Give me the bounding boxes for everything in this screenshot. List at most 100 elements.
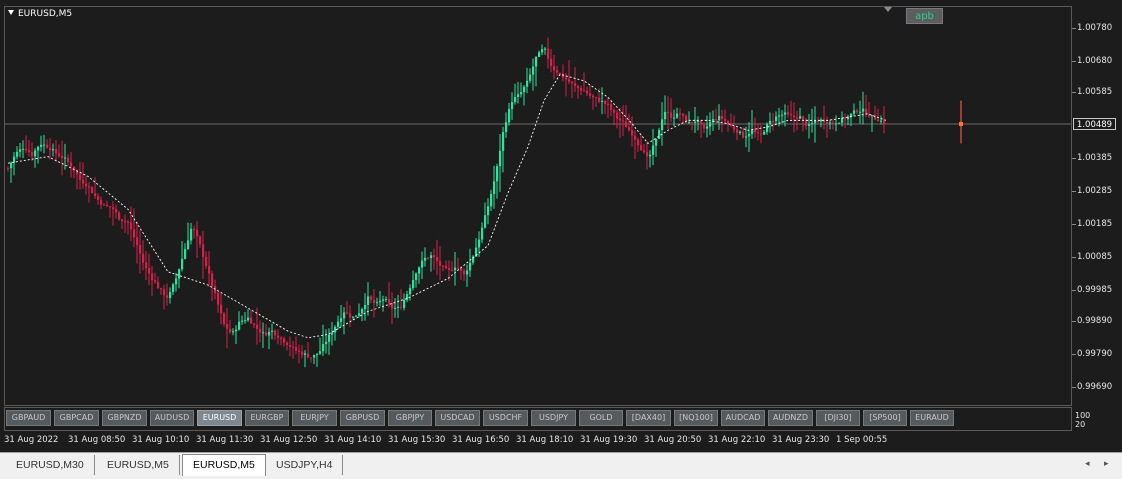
candle-body bbox=[172, 284, 175, 292]
shift-marker-triangle-icon[interactable] bbox=[884, 7, 892, 12]
tabs-scroll-right-icon[interactable]: ▸ bbox=[1104, 459, 1109, 469]
price-chart[interactable] bbox=[5, 7, 1071, 405]
candle-body bbox=[340, 318, 343, 322]
candle-body bbox=[808, 124, 811, 127]
symbol-button-gold[interactable]: GOLD bbox=[579, 410, 623, 426]
candle-body bbox=[559, 72, 562, 74]
candle-body bbox=[595, 97, 598, 99]
candle-body bbox=[220, 304, 223, 314]
candle-body bbox=[856, 110, 859, 113]
symbol-button-gbpcad[interactable]: GBPCAD bbox=[54, 410, 99, 426]
candle-body bbox=[838, 122, 841, 124]
symbol-title[interactable]: EURUSD,M5 bbox=[8, 9, 72, 19]
candle-body bbox=[445, 265, 448, 269]
candle-body bbox=[787, 112, 790, 115]
tabs-scroll-left-icon[interactable]: ◂ bbox=[1085, 459, 1090, 469]
candle-body bbox=[235, 329, 238, 332]
time-label: 31 Aug 14:10 bbox=[324, 435, 382, 445]
price-axis[interactable]: 1.00780 1.00680 1.00585 1.00385 1.00285 1.001… bbox=[1072, 6, 1122, 431]
symbol-button-gbpaud[interactable]: GBPAUD bbox=[6, 410, 51, 426]
candle-body bbox=[721, 115, 724, 120]
symbol-button-gbpnzd[interactable]: GBPNZD bbox=[102, 410, 147, 426]
chart-tab[interactable]: USDJPY,H4 bbox=[266, 455, 344, 475]
candle-body bbox=[616, 112, 619, 119]
symbol-button-dji30[interactable]: [DJI30] bbox=[816, 410, 860, 426]
candle-body bbox=[31, 152, 34, 157]
price-tick bbox=[1072, 92, 1076, 94]
candle-body bbox=[16, 151, 19, 157]
chart-tab[interactable]: EURUSD,M5 bbox=[97, 455, 180, 475]
candle-body bbox=[265, 332, 268, 336]
symbol-button-dax40[interactable]: [DAX40] bbox=[626, 410, 671, 426]
candle-body bbox=[715, 119, 718, 121]
candle-body bbox=[670, 112, 673, 118]
symbol-button-gbpjpy[interactable]: GBPJPY bbox=[388, 410, 432, 426]
candle-body bbox=[226, 324, 229, 329]
time-label: 31 Aug 19:30 bbox=[580, 435, 638, 445]
candle-body bbox=[748, 133, 751, 137]
price-tick bbox=[1072, 28, 1076, 30]
symbol-button-euraud[interactable]: EURAUD bbox=[910, 410, 954, 426]
candle-body bbox=[178, 269, 181, 279]
candle-body bbox=[388, 298, 391, 304]
symbol-button-usdcad[interactable]: USDCAD bbox=[435, 410, 480, 426]
candle-body bbox=[793, 115, 796, 118]
chart-tab[interactable]: EURUSD,M5 bbox=[182, 454, 266, 476]
candle-body bbox=[547, 48, 550, 59]
candle-body bbox=[208, 266, 211, 274]
candle-body bbox=[304, 353, 307, 355]
candle-body bbox=[676, 113, 679, 118]
symbol-button-eurjpy[interactable]: EURJPY bbox=[292, 410, 337, 426]
candle-body bbox=[733, 125, 736, 130]
candle-body bbox=[181, 258, 184, 270]
candle-body bbox=[538, 52, 541, 57]
candle-body bbox=[790, 114, 793, 116]
candle-body bbox=[760, 133, 763, 135]
candle-body bbox=[814, 120, 817, 124]
candle-body bbox=[217, 293, 220, 305]
symbol-button-audnzd[interactable]: AUDNZD bbox=[768, 410, 813, 426]
candle-body bbox=[664, 111, 667, 120]
price-label: 0.99985 bbox=[1077, 284, 1113, 295]
symbol-title-text: EURUSD,M5 bbox=[18, 9, 73, 19]
candle-body bbox=[811, 123, 814, 125]
symbol-button-sp500[interactable]: [SP500] bbox=[863, 410, 907, 426]
candle-body bbox=[166, 295, 169, 298]
candle-body bbox=[766, 123, 769, 132]
symbol-button-eurusd[interactable]: EURUSD bbox=[197, 410, 242, 426]
symbol-button-audcad[interactable]: AUDCAD bbox=[721, 410, 765, 426]
symbol-button-usdchf[interactable]: USDCHF bbox=[483, 410, 528, 426]
symbol-button-audusd[interactable]: AUDUSD bbox=[150, 410, 194, 426]
candle-body bbox=[433, 255, 436, 258]
candle-body bbox=[385, 298, 388, 300]
candle-body bbox=[460, 267, 463, 271]
candle-body bbox=[457, 267, 460, 269]
candle-body bbox=[187, 240, 190, 250]
chart-menu-triangle-icon[interactable] bbox=[8, 10, 14, 15]
symbol-button-eurgbp[interactable]: EURGBP bbox=[245, 410, 289, 426]
time-label: 31 Aug 18:10 bbox=[516, 435, 574, 445]
candle-body bbox=[316, 353, 319, 355]
time-label: 1 Sep 00:55 bbox=[836, 435, 888, 445]
candle-body bbox=[517, 94, 520, 98]
candle-body bbox=[163, 289, 166, 296]
symbol-button-usdjpy[interactable]: USDJPY bbox=[531, 410, 576, 426]
symbol-button-gbpusd[interactable]: GBPUSD bbox=[340, 410, 385, 426]
candle-body bbox=[781, 114, 784, 116]
symbol-button-nq100[interactable]: [NQ100] bbox=[674, 410, 718, 426]
main-chart-panel[interactable] bbox=[4, 6, 1072, 406]
candle-body bbox=[490, 193, 493, 207]
time-axis[interactable]: 31 Aug 2022 31 Aug 08:50 31 Aug 10:10 31 Au… bbox=[0, 432, 1072, 452]
candle-body bbox=[277, 335, 280, 338]
price-tick bbox=[1072, 257, 1076, 259]
candle-body bbox=[523, 86, 526, 93]
candle-body bbox=[55, 149, 58, 154]
chart-tab[interactable]: EURUSD,M30 bbox=[6, 455, 95, 475]
candle-body bbox=[859, 111, 862, 113]
candle-body bbox=[85, 183, 88, 187]
candle-body bbox=[484, 215, 487, 228]
indicator-label-apb[interactable]: apb bbox=[906, 8, 943, 24]
chart-tabs-bar: ◂ ▸ EURUSD,M30 EURUSD,M5 EURUSD,M5 USDJPY,H… bbox=[0, 452, 1122, 479]
price-tick bbox=[1072, 158, 1076, 160]
candle-body bbox=[658, 130, 661, 139]
